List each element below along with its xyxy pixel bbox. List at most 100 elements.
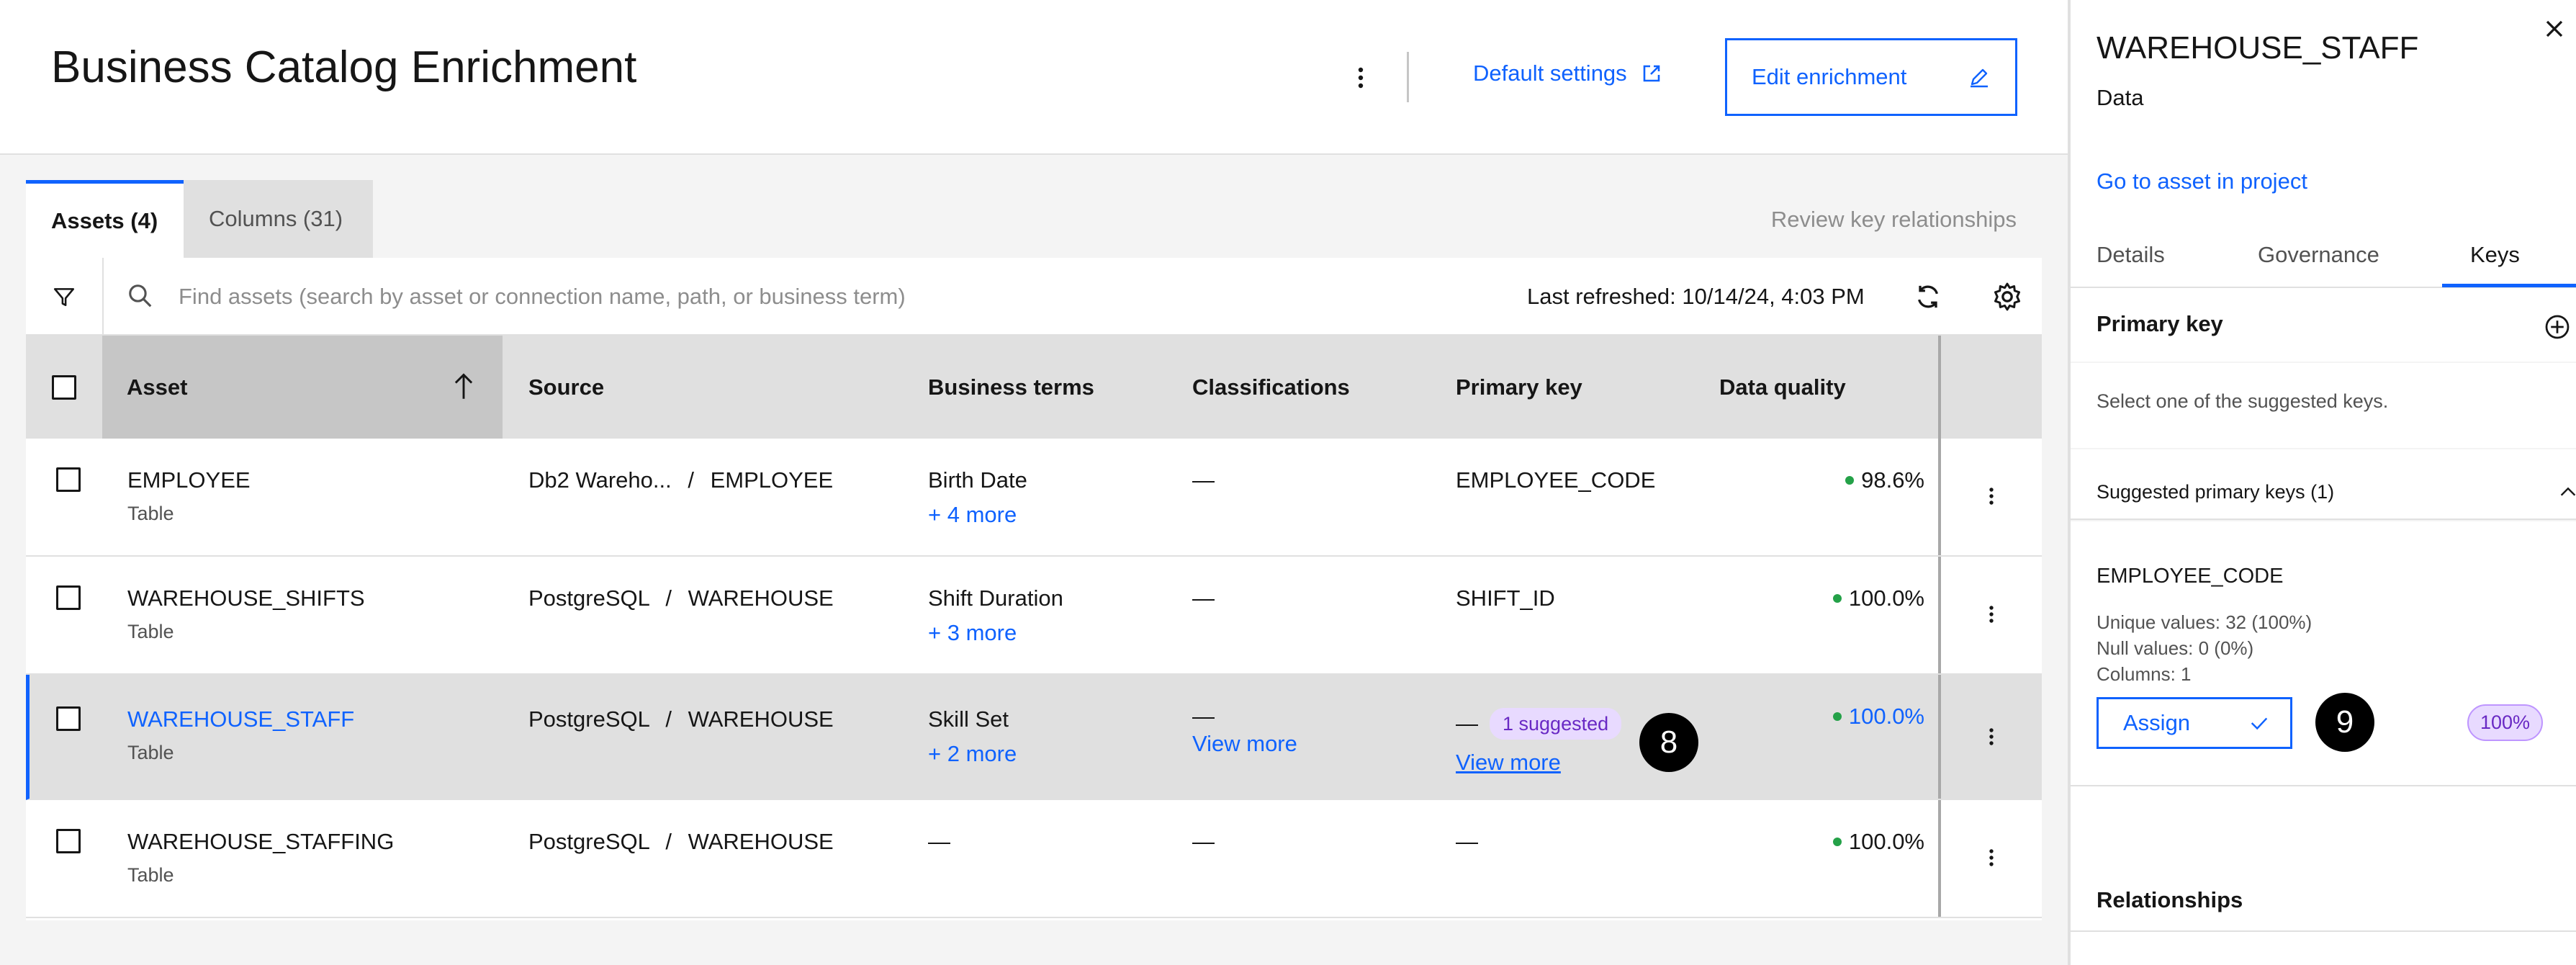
primary-key-hint-area: Select one of the suggested keys. bbox=[2071, 363, 2576, 448]
column-header-source[interactable]: Source bbox=[528, 336, 604, 439]
tab-governance[interactable]: Governance bbox=[2258, 242, 2379, 268]
asset-name[interactable]: EMPLOYEE bbox=[127, 467, 251, 493]
asset-name-link[interactable]: WAREHOUSE_STAFF bbox=[127, 706, 354, 732]
suggested-key-stats: Unique values: 32 (100%) Null values: 0 … bbox=[2097, 609, 2312, 687]
source-cell: PostgreSQL / WAREHOUSE bbox=[528, 829, 834, 855]
edit-enrichment-label: Edit enrichment bbox=[1752, 64, 1907, 89]
column-header-primary-key[interactable]: Primary key bbox=[1456, 336, 1582, 439]
classification-value: — bbox=[1192, 704, 1215, 729]
suggested-keys-accordion[interactable]: Suggested primary keys (1) bbox=[2071, 449, 2576, 520]
source-db: PostgreSQL bbox=[528, 706, 649, 732]
table-row-selected[interactable]: WAREHOUSE_STAFF Table PostgreSQL / WAREH… bbox=[26, 675, 2042, 800]
classification-view-more-link[interactable]: View more bbox=[1192, 731, 1297, 757]
data-quality-value: 98.6% bbox=[1861, 467, 1924, 493]
refresh-button[interactable] bbox=[1912, 281, 1944, 313]
table-row[interactable]: WAREHOUSE_SHIFTS Table PostgreSQL / WARE… bbox=[26, 557, 2042, 675]
asset-side-panel: WAREHOUSE_STAFF Data Go to asset in proj… bbox=[2068, 0, 2576, 965]
data-quality-cell: 100.0% bbox=[1795, 704, 1924, 730]
asset-name[interactable]: WAREHOUSE_STAFFING bbox=[127, 829, 394, 855]
tab-columns[interactable]: Columns (31) bbox=[184, 180, 373, 258]
row-checkbox[interactable] bbox=[56, 467, 81, 492]
select-all-checkbox[interactable] bbox=[52, 374, 76, 400]
close-panel-button[interactable] bbox=[2540, 14, 2569, 43]
data-quality-value[interactable]: 100.0% bbox=[1849, 704, 1924, 730]
business-terms-cell: — bbox=[928, 829, 950, 854]
source-cell: Db2 Wareho... / EMPLOYEE bbox=[528, 467, 833, 493]
table-settings-button[interactable] bbox=[1991, 281, 2023, 313]
section-divider bbox=[2071, 930, 2576, 932]
column-header-asset[interactable]: Asset bbox=[102, 336, 503, 439]
source-schema: EMPLOYEE bbox=[710, 467, 834, 493]
primary-key-title: Primary key bbox=[2097, 311, 2223, 336]
source-separator: / bbox=[665, 585, 672, 611]
row-checkbox[interactable] bbox=[56, 706, 81, 731]
side-panel-tabs: Details Governance Keys bbox=[2071, 229, 2576, 288]
data-quality-cell: 100.0% bbox=[1795, 585, 1924, 611]
side-panel-asset-type: Data bbox=[2097, 85, 2144, 110]
source-cell: PostgreSQL / WAREHOUSE bbox=[528, 585, 834, 611]
primary-key-view-more-link[interactable]: View more bbox=[1456, 750, 1621, 776]
row-overflow-icon[interactable] bbox=[1978, 601, 2004, 627]
checkmark-icon bbox=[2251, 717, 2268, 730]
assign-button[interactable]: Assign bbox=[2097, 697, 2292, 749]
source-separator: / bbox=[665, 829, 672, 854]
filter-button[interactable] bbox=[26, 258, 104, 336]
add-primary-key-button[interactable] bbox=[2543, 313, 2572, 341]
source-separator: / bbox=[665, 706, 672, 732]
more-terms-link[interactable]: + 2 more bbox=[928, 741, 1017, 767]
asset-type: Table bbox=[127, 864, 174, 886]
tab-keys[interactable]: Keys bbox=[2470, 242, 2520, 268]
business-terms-cell: Birth Date + 4 more bbox=[928, 467, 1027, 528]
source-schema: WAREHOUSE bbox=[688, 585, 834, 611]
column-header-data-quality[interactable]: Data quality bbox=[1719, 336, 1846, 439]
review-key-relationships-link[interactable]: Review key relationships bbox=[1771, 207, 2017, 233]
launch-icon bbox=[1643, 65, 1659, 82]
edit-enrichment-button[interactable]: Edit enrichment bbox=[1725, 38, 2017, 116]
table-row[interactable]: WAREHOUSE_STAFFING Table PostgreSQL / WA… bbox=[26, 800, 2042, 918]
row-checkbox[interactable] bbox=[56, 585, 81, 610]
business-terms-cell: Shift Duration + 3 more bbox=[928, 585, 1063, 646]
business-term: Birth Date bbox=[928, 467, 1027, 493]
step-badge: 8 bbox=[1639, 713, 1698, 772]
tab-details[interactable]: Details bbox=[2097, 242, 2165, 268]
primary-key-cell: — bbox=[1456, 829, 1478, 854]
quality-status-dot bbox=[1832, 838, 1842, 846]
source-separator: / bbox=[688, 467, 694, 493]
classification-cell: — bbox=[1192, 585, 1215, 611]
suggested-tag[interactable]: 1 suggested bbox=[1490, 708, 1622, 740]
column-header-asset-label: Asset bbox=[127, 374, 188, 400]
row-overflow-icon[interactable] bbox=[1978, 845, 2004, 871]
row-overflow-icon[interactable] bbox=[1978, 724, 2004, 750]
search-input[interactable] bbox=[179, 277, 1258, 317]
data-quality-cell: 98.6% bbox=[1809, 467, 1924, 493]
column-header-classifications[interactable]: Classifications bbox=[1192, 336, 1350, 439]
search-icon bbox=[127, 282, 154, 310]
asset-name[interactable]: WAREHOUSE_SHIFTS bbox=[127, 585, 365, 611]
filter-icon bbox=[53, 288, 75, 306]
row-overflow-icon[interactable] bbox=[1978, 483, 2004, 509]
source-db: PostgreSQL bbox=[528, 829, 649, 854]
page-header: Business Catalog Enrichment Default sett… bbox=[0, 0, 2068, 155]
go-to-asset-link[interactable]: Go to asset in project bbox=[2097, 169, 2307, 194]
table-toolbar: Last refreshed: 10/14/24, 4:03 PM bbox=[26, 258, 2042, 336]
classification-cell: — View more bbox=[1192, 704, 1297, 757]
tab-assets[interactable]: Assets (4) bbox=[26, 180, 184, 258]
default-settings-link[interactable]: Default settings bbox=[1473, 60, 1663, 86]
more-terms-link[interactable]: + 4 more bbox=[928, 502, 1027, 528]
refresh-icon bbox=[1918, 285, 1938, 308]
overflow-menu-button[interactable] bbox=[1346, 63, 1375, 92]
edit-pencil-icon bbox=[1971, 68, 1988, 88]
row-actions-cell bbox=[1938, 800, 2042, 917]
table-row[interactable]: EMPLOYEE Table Db2 Wareho... / EMPLOYEE … bbox=[26, 439, 2042, 557]
row-actions-cell bbox=[1938, 439, 2042, 555]
key-columns: Columns: 1 bbox=[2097, 663, 2192, 685]
primary-key-header: Primary key bbox=[2071, 288, 2576, 362]
active-tab-indicator bbox=[2442, 284, 2576, 287]
asset-cell: WAREHOUSE_STAFFING Table bbox=[127, 829, 394, 888]
step-badge: 9 bbox=[2315, 693, 2374, 752]
column-header-business-terms[interactable]: Business terms bbox=[928, 336, 1094, 439]
row-checkbox[interactable] bbox=[56, 829, 81, 853]
asset-type: Table bbox=[127, 742, 174, 763]
more-terms-link[interactable]: + 3 more bbox=[928, 620, 1063, 646]
last-refreshed-text: Last refreshed: 10/14/24, 4:03 PM bbox=[1527, 284, 1865, 309]
